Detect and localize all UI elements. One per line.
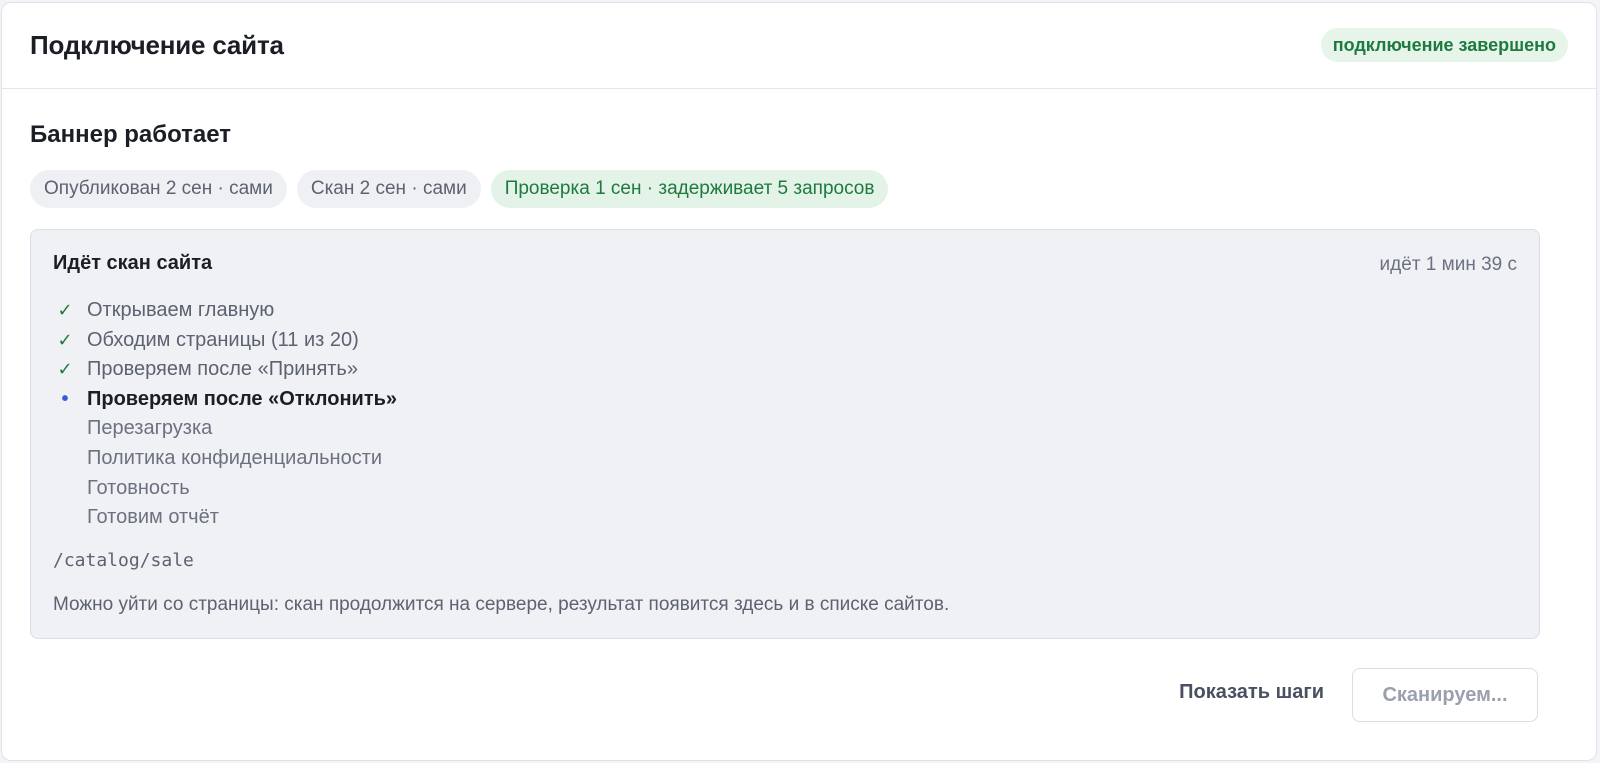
scan-progress-panel: Идёт скан сайта идёт 1 мин 39 с ✓ Открыв… bbox=[30, 229, 1540, 639]
scan-step-label: Готовим отчёт bbox=[87, 506, 219, 529]
dot-icon: • bbox=[61, 387, 69, 410]
scan-step-label: Готовность bbox=[87, 476, 190, 499]
scan-button[interactable]: Сканируем... bbox=[1352, 668, 1538, 722]
scan-note: Можно уйти со страницы: скан продолжится… bbox=[53, 594, 950, 615]
chip-scan: Скан 2 сен · сами bbox=[296, 170, 481, 208]
scan-step-active: • Проверяем после «Отклонить» bbox=[53, 385, 397, 415]
scan-step: Готовность bbox=[53, 474, 397, 504]
current-scan-path: /catalog/sale bbox=[53, 550, 194, 571]
scan-step: Перезагрузка bbox=[53, 414, 397, 444]
show-steps-button[interactable]: Показать шаги bbox=[1179, 681, 1324, 704]
scan-step: ✓ Проверяем после «Принять» bbox=[53, 355, 397, 385]
scan-elapsed-time: идёт 1 мин 39 с bbox=[1379, 254, 1517, 275]
banner-chips: Опубликован 2 сен · сами Скан 2 сен · са… bbox=[30, 170, 889, 208]
scan-step: Готовим отчёт bbox=[53, 503, 397, 533]
check-icon: ✓ bbox=[57, 300, 73, 320]
check-icon: ✓ bbox=[57, 329, 73, 350]
status-badge: подключение завершено bbox=[1320, 28, 1568, 62]
scan-title: Идёт скан сайта bbox=[53, 252, 213, 274]
scan-step: ✓ Обходим страницы (11 из 20) bbox=[53, 326, 397, 356]
scan-step-label: Перезагрузка bbox=[87, 417, 213, 440]
scan-steps-list: ✓ Открываем главную ✓ Обходим страницы (… bbox=[53, 296, 397, 533]
scan-step: ✓ Открываем главную bbox=[53, 296, 397, 326]
scan-step: Политика конфиденциальности bbox=[53, 444, 397, 474]
chip-published: Опубликован 2 сен · сами bbox=[30, 170, 287, 208]
check-icon: ✓ bbox=[57, 359, 73, 380]
banner-status-title: Баннер работает bbox=[30, 121, 232, 148]
scan-step-label: Открываем главную bbox=[87, 299, 275, 321]
scan-step-label: Проверяем после «Принять» bbox=[87, 358, 358, 381]
page-title: Подключение сайта bbox=[30, 30, 284, 60]
scan-step-label: Обходим страницы (11 из 20) bbox=[87, 328, 359, 351]
card-header: Подключение сайта подключение завершено bbox=[2, 3, 1596, 89]
chip-check: Проверка 1 сен · задерживает 5 запросов bbox=[490, 170, 889, 208]
scan-step-label: Проверяем после «Отклонить» bbox=[87, 387, 398, 410]
scan-step-label: Политика конфиденциальности bbox=[87, 446, 383, 469]
site-connection-card: Подключение сайта подключение завершено … bbox=[1, 2, 1597, 761]
